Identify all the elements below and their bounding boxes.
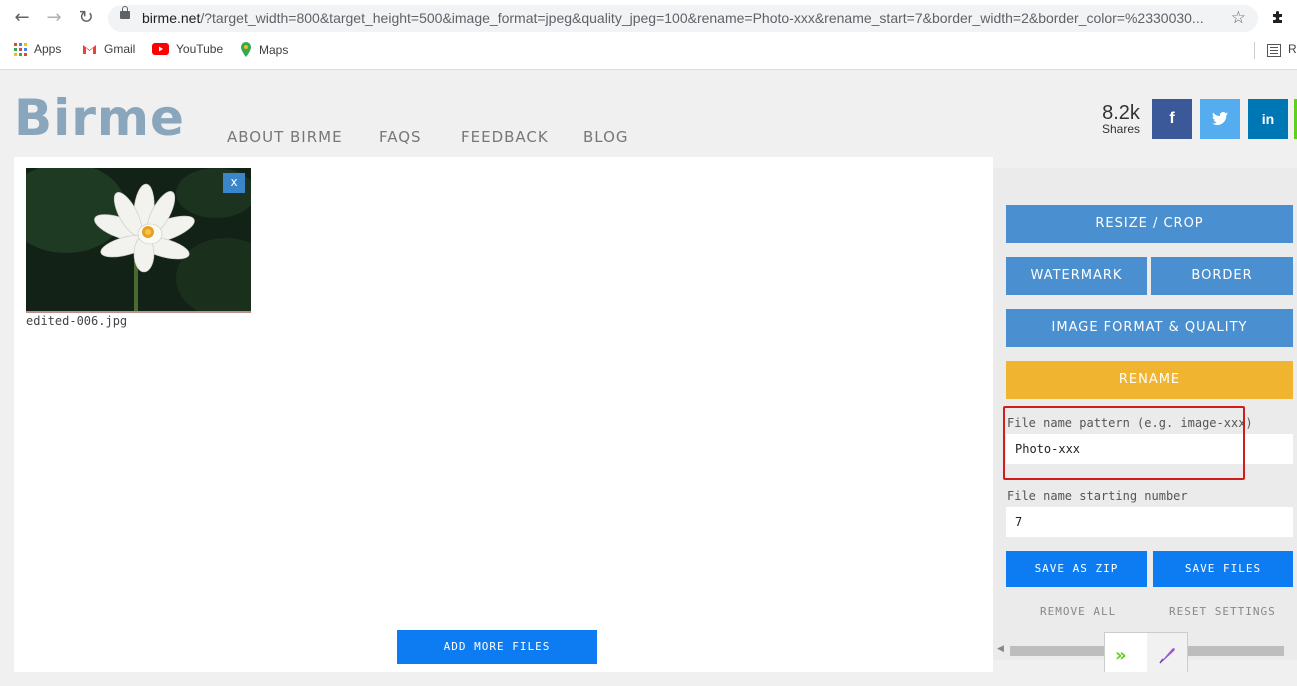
image-filename: edited-006.jpg <box>26 314 128 328</box>
add-more-files-button[interactable]: ADD MORE FILES <box>397 630 597 664</box>
watermark-button[interactable]: WATERMARK <box>1006 257 1147 295</box>
address-bar[interactable]: birme.net/?target_width=800&target_heigh… <box>108 5 1258 32</box>
forward-icon[interactable]: → <box>42 7 66 29</box>
nav-about-birme[interactable]: ABOUT BIRME <box>227 128 343 146</box>
bookmark-star-icon[interactable]: ☆ <box>1231 8 1246 28</box>
feather-icon <box>1159 648 1175 664</box>
site-logo[interactable]: Birme <box>14 92 185 144</box>
bookmarks-divider <box>1254 42 1255 59</box>
facebook-icon: f <box>1169 110 1175 127</box>
apps-grid-icon <box>14 42 27 56</box>
image-format-quality-button[interactable]: IMAGE FORMAT & QUALITY <box>1006 309 1293 347</box>
reload-icon[interactable]: ↻ <box>74 7 98 29</box>
gmail-icon <box>83 45 96 54</box>
url-host: birme.net <box>142 10 201 26</box>
file-name-start-label: File name starting number <box>1007 489 1188 503</box>
linkedin-share-button[interactable]: in <box>1248 99 1288 139</box>
rename-button[interactable]: RENAME <box>1006 361 1293 399</box>
url-path: /?target_width=800&target_height=500&ima… <box>200 10 1204 26</box>
bookmark-label: Maps <box>259 42 289 57</box>
double-chevron-icon[interactable]: » <box>1115 645 1127 666</box>
save-files-button[interactable]: SAVE FILES <box>1153 551 1293 587</box>
twitter-icon <box>1212 112 1228 125</box>
file-name-start-input[interactable]: 7 <box>1006 507 1293 537</box>
feather-button[interactable] <box>1147 633 1187 677</box>
reading-list-icon[interactable] <box>1267 44 1281 57</box>
resize-crop-button[interactable]: RESIZE / CROP <box>1006 205 1293 243</box>
url-text[interactable]: birme.net/?target_width=800&target_heigh… <box>142 10 1222 26</box>
image-thumbnail[interactable]: x <box>26 168 251 313</box>
bookmark-label: Apps <box>34 42 62 56</box>
remove-image-button[interactable]: x <box>223 173 245 193</box>
share-count-label: Shares <box>1101 122 1141 136</box>
reset-settings-link[interactable]: RESET SETTINGS <box>1169 605 1276 618</box>
page-bottom <box>0 672 1297 686</box>
maps-icon <box>241 42 251 57</box>
bookmark-apps[interactable]: Apps <box>14 42 61 56</box>
save-as-zip-button[interactable]: SAVE AS ZIP <box>1006 551 1147 587</box>
nav-feedback[interactable]: FEEDBACK <box>461 128 549 146</box>
image-gallery: x edited-006.jpg ADD MORE FILES <box>14 157 993 672</box>
facebook-share-button[interactable]: f <box>1152 99 1192 139</box>
bookmark-label: YouTube <box>176 42 224 56</box>
linkedin-icon: in <box>1261 111 1275 127</box>
remove-all-link[interactable]: REMOVE ALL <box>1040 605 1116 618</box>
scroll-left-arrow-icon[interactable]: ◀ <box>997 644 1004 654</box>
reading-list-label[interactable]: R <box>1288 42 1297 56</box>
back-icon[interactable]: ← <box>10 7 34 29</box>
bookmarks-bar: Apps Gmail YouTube Maps R <box>0 38 1297 62</box>
extensions-puzzle-icon[interactable] <box>1270 9 1286 25</box>
bookmark-maps[interactable]: Maps <box>240 42 288 57</box>
nav-faqs[interactable]: FAQS <box>379 128 422 146</box>
bookmark-youtube[interactable]: YouTube <box>152 42 223 56</box>
browser-chrome: ← → ↻ birme.net/?target_width=800&target… <box>0 0 1297 70</box>
lotus-flower-image <box>26 168 251 311</box>
twitter-share-button[interactable] <box>1200 99 1240 139</box>
bookmark-gmail[interactable]: Gmail <box>82 42 135 56</box>
highlight-box <box>1003 406 1245 480</box>
youtube-icon <box>152 43 169 55</box>
lock-icon <box>120 6 130 19</box>
nav-blog[interactable]: BLOG <box>583 128 629 146</box>
border-button[interactable]: BORDER <box>1151 257 1293 295</box>
bookmark-label: Gmail <box>104 42 136 56</box>
share-counter: 8.2k Shares <box>1096 103 1146 136</box>
site-header: Birme ABOUT BIRME FAQS FEEDBACK BLOG 8.2… <box>0 70 1297 156</box>
share-count: 8.2k <box>1102 102 1140 124</box>
